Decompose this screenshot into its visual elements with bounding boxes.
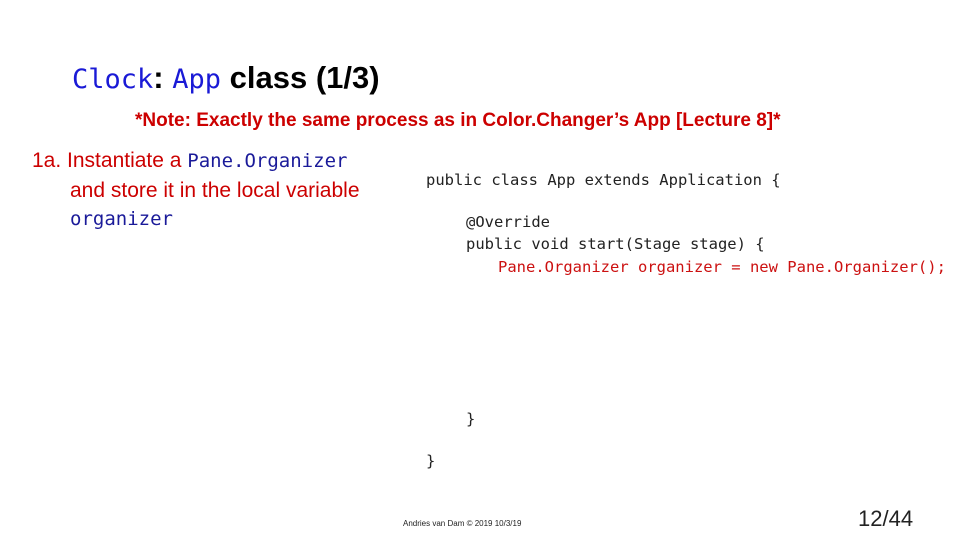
title-separator: :	[153, 60, 164, 95]
step-line-2: and store it in the local variable	[70, 179, 360, 202]
slide-title: Clock: App class (1/3)	[72, 58, 380, 100]
step-text: Instantiate a	[61, 149, 188, 172]
code-line-close-class: }	[426, 452, 436, 470]
step-line-1: 1a. Instantiate a Pane.Organizer	[32, 146, 360, 176]
code-line-start-method: public void start(Stage stage) {	[466, 235, 765, 253]
step-type-name: Pane.Organizer	[187, 150, 348, 172]
step-description: 1a. Instantiate a Pane.Organizer and stor…	[32, 146, 360, 234]
title-class-name: Clock	[72, 64, 154, 95]
code-line-close-method: }	[466, 410, 476, 428]
code-line-class-decl: public class App extends Application {	[426, 171, 781, 189]
page-number: 12/44	[858, 506, 914, 531]
footer-copyright: Andries van Dam © 2019 10/3/19	[403, 519, 522, 528]
code-line-instantiate: Pane.Organizer organizer = new Pane.Orga…	[498, 258, 946, 276]
step-var-name: organizer	[70, 208, 173, 230]
title-app-name: App	[172, 64, 222, 95]
step-number: 1a.	[32, 149, 62, 172]
code-line-override: @Override	[466, 213, 550, 231]
title-suffix: class (1/3)	[221, 60, 380, 95]
note-text: *Note: Exactly the same process as in Co…	[135, 110, 781, 131]
